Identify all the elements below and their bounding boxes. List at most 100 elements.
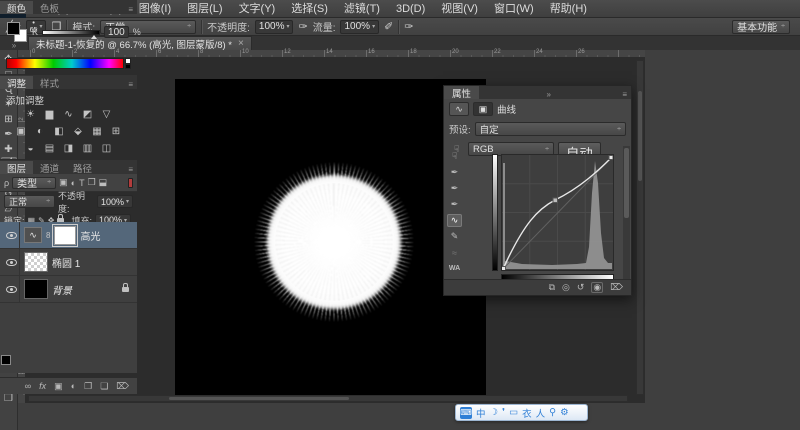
workspace-switcher[interactable]: 基本功能 ÷ (732, 20, 790, 34)
menu-3d[interactable]: 3D(D) (388, 0, 433, 18)
ime-punctuation-icon[interactable]: ❜ (502, 407, 505, 418)
visibility-cell[interactable] (4, 276, 20, 303)
horizontal-scrollbar[interactable] (28, 395, 628, 402)
filter-pixel-layers-icon[interactable]: ▣ (59, 177, 68, 188)
layer-name[interactable]: 椭圆 1 (52, 255, 80, 270)
layer-blend-mode-select[interactable]: 正常 ÷ (4, 195, 55, 208)
delete-layer-button[interactable]: ⌦ (116, 381, 129, 392)
filter-kind-select[interactable]: 类型 ÷ (12, 177, 56, 189)
smooth-curve-tool-icon[interactable]: ≈ (447, 246, 462, 259)
pencil-curve-tool-icon[interactable]: ✎ (447, 230, 462, 243)
k-value-input[interactable]: 100 (104, 26, 129, 38)
link-layers-button[interactable]: ∞ (25, 381, 31, 391)
panel-menu-icon[interactable]: ≡ (128, 5, 137, 14)
on-image-tool-icon[interactable]: ☟ (447, 150, 462, 163)
menu-help[interactable]: 帮助(H) (542, 0, 595, 18)
layer-mask-icon[interactable]: ▣ (473, 102, 493, 116)
panel-menu-icon[interactable]: ≡ (128, 165, 137, 174)
layer-style-button[interactable]: fx (39, 381, 46, 391)
menu-image[interactable]: 图像(I) (131, 0, 179, 18)
collapse-panel-icon[interactable]: » (542, 90, 554, 99)
tab-paths[interactable]: 路径 (66, 161, 99, 174)
layer-row-ellipse[interactable]: 椭圆 1 (0, 249, 137, 276)
hue-saturation-icon[interactable]: ▣ (15, 125, 28, 137)
foreground-color-swatch[interactable] (7, 22, 20, 35)
ime-chinese-mode-icon[interactable]: 中 (476, 406, 486, 420)
layer-opacity-input[interactable]: 100% ▾ (97, 195, 133, 208)
exposure-icon[interactable]: ◩ (81, 108, 94, 120)
close-icon[interactable]: × (238, 38, 244, 49)
color-spectrum-ramp[interactable] (6, 58, 124, 69)
foreground-color-swatch[interactable] (1, 355, 11, 365)
vertical-scrollbar[interactable] (636, 60, 644, 395)
tab-layers[interactable]: 图层 (0, 161, 33, 174)
gradient-map-icon[interactable]: ▥ (81, 142, 94, 154)
panel-scrollbar[interactable] (623, 146, 630, 279)
curves-adjustment-thumbnail[interactable]: ∿ (24, 227, 42, 243)
add-layer-mask-button[interactable]: ▣ (54, 381, 63, 392)
ime-skin-icon[interactable]: 衣 (522, 406, 532, 420)
properties-panel-header[interactable]: 属性 » ≡ (444, 86, 631, 99)
tab-channels[interactable]: 通道 (33, 161, 66, 174)
black-point-eyedropper-icon[interactable]: ✒ (447, 166, 462, 179)
curve-point-shadow[interactable] (502, 267, 506, 271)
filter-type-layers-icon[interactable]: T (79, 178, 85, 188)
eye-icon[interactable] (6, 232, 17, 239)
slider-handle-icon[interactable] (91, 35, 97, 39)
k-slider[interactable] (42, 30, 100, 35)
curves-grid[interactable] (501, 154, 614, 271)
delete-adjustment-button[interactable]: ⌦ (610, 282, 623, 293)
filter-toggle-switch[interactable] (128, 178, 133, 188)
ime-account-icon[interactable]: 人 (536, 406, 546, 420)
black-white-icon[interactable]: ◧ (53, 125, 66, 137)
ime-settings-icon[interactable]: ⚙ (560, 407, 569, 418)
layer-name[interactable]: 背景 (52, 282, 72, 297)
tab-styles[interactable]: 样式 (33, 76, 66, 89)
spectrum-black-chip[interactable] (125, 64, 131, 69)
mask-link-icon[interactable]: 8 (46, 231, 50, 240)
curve-point-mid[interactable] (553, 198, 558, 203)
ime-fullwidth-icon[interactable]: ☽ (490, 407, 499, 418)
panel-menu-icon[interactable]: ≡ (128, 80, 137, 89)
filter-adjustment-layers-icon[interactable]: ◐ (71, 178, 76, 188)
edit-points-tool-icon[interactable]: ∿ (447, 214, 462, 227)
curves-icon[interactable]: ∿ (62, 108, 75, 120)
airbrush-toggle-icon[interactable]: ✐ (384, 20, 393, 33)
tab-properties[interactable]: 属性 (444, 86, 479, 99)
posterize-icon[interactable]: ▤ (43, 142, 56, 154)
new-layer-button[interactable]: ❏ (100, 381, 108, 392)
vibrance-icon[interactable]: ▽ (100, 108, 113, 120)
photo-filter-icon[interactable]: ⬙ (72, 125, 85, 137)
levels-icon[interactable]: ▆ (43, 108, 56, 120)
tab-swatches[interactable]: 色板 (33, 1, 66, 14)
menu-window[interactable]: 窗口(W) (486, 0, 542, 18)
canvas[interactable] (175, 79, 486, 396)
preset-select[interactable]: 自定 ÷ (475, 122, 626, 136)
tab-color[interactable]: 颜色 (0, 1, 33, 14)
curves-adjustment-icon[interactable]: ∿ (449, 102, 469, 116)
visibility-cell[interactable] (4, 222, 20, 249)
color-lookup-icon[interactable]: ⊞ (110, 125, 123, 137)
menu-filter[interactable]: 滤镜(T) (336, 0, 388, 18)
panel-menu-icon[interactable]: ≡ (618, 90, 631, 99)
channel-mixer-icon[interactable]: ▦ (91, 125, 104, 137)
eye-icon[interactable] (6, 259, 17, 266)
layer-name[interactable]: 高光 (80, 228, 100, 243)
menu-type[interactable]: 文字(Y) (231, 0, 284, 18)
tablet-pressure-size-icon[interactable]: ✑ (404, 20, 413, 33)
ime-search-icon[interactable]: ⚲ (549, 407, 556, 418)
visibility-toggle-button[interactable]: ◉ (591, 282, 603, 293)
visibility-cell[interactable] (4, 249, 20, 276)
threshold-icon[interactable]: ◨ (62, 142, 75, 154)
view-previous-state-button[interactable]: ◎ (562, 282, 570, 293)
layer-thumbnail[interactable] (24, 279, 48, 299)
flow-input[interactable]: 100% ▾ (340, 20, 379, 34)
new-adjustment-layer-button[interactable]: ◐ (71, 381, 76, 391)
layer-row-background[interactable]: 背景 (0, 276, 137, 303)
filter-smart-objects-icon[interactable]: ⬓ (99, 177, 108, 188)
white-point-eyedropper-icon[interactable]: ✒ (447, 198, 462, 211)
layer-mask-thumbnail[interactable] (54, 226, 76, 245)
menu-layer[interactable]: 图层(L) (179, 0, 230, 18)
ime-shape-icon[interactable]: ▭ (509, 407, 518, 418)
tab-adjustments[interactable]: 调整 (0, 76, 33, 89)
